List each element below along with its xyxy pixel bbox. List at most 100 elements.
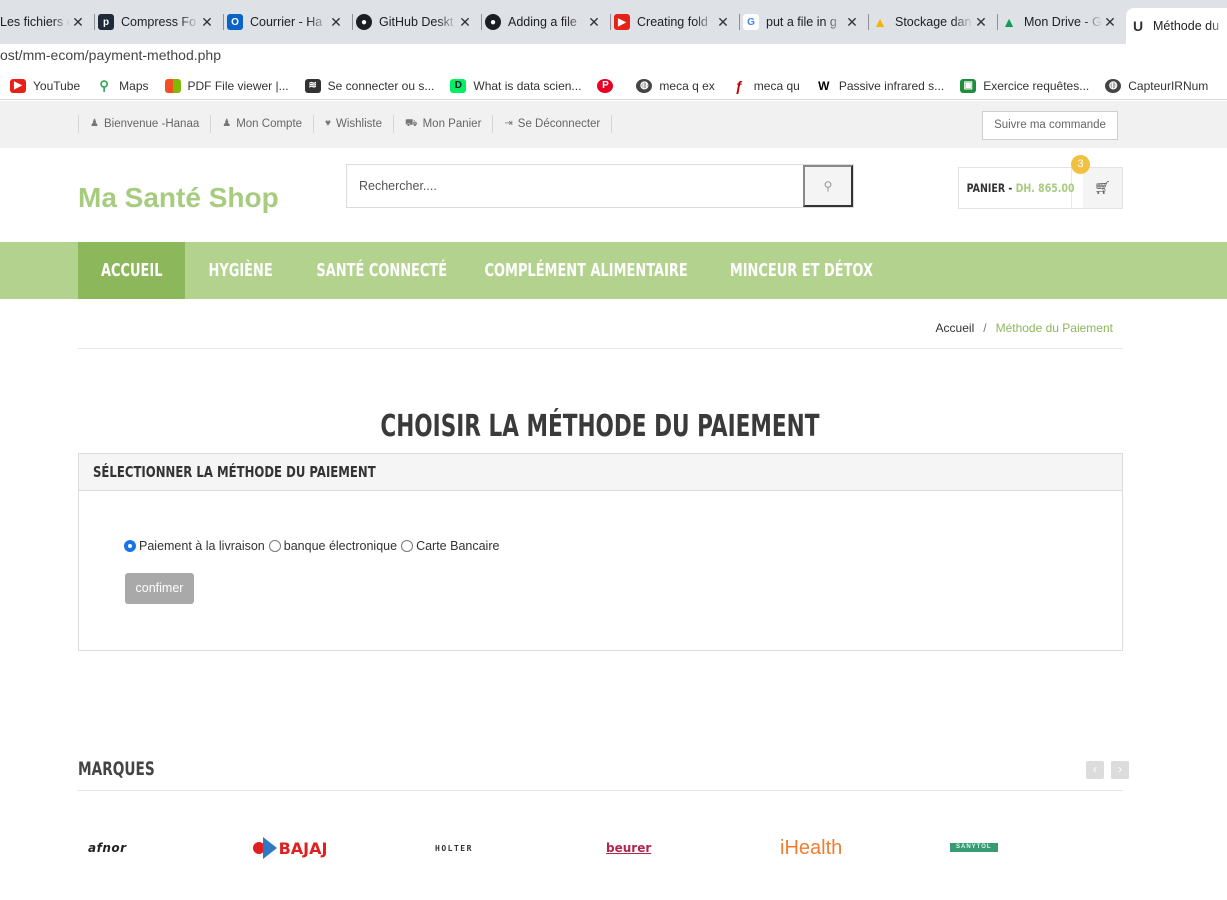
main-nav: ACCUEIL HYGIÈNE SANTÉ CONNECTÉ COMPLÉMEN… [0, 242, 1227, 299]
close-icon[interactable]: ✕ [844, 14, 860, 31]
browser-tab[interactable]: ▲ Mon Drive - G ✕ [997, 6, 1126, 38]
maps-pin-icon: ⚲ [99, 77, 109, 93]
globe-icon: ◍ [1105, 78, 1122, 93]
tab-title: Méthode du [1153, 19, 1220, 33]
browser-tab[interactable]: ▲ Stockage dan ✕ [868, 6, 997, 38]
github-icon: ● [356, 14, 372, 30]
wishlist-link[interactable]: ♥ Wishliste [313, 115, 393, 133]
top-link-label: Mon Panier [422, 118, 482, 130]
nav-item-sante-connecte[interactable]: SANTÉ CONNECTÉ [297, 242, 467, 299]
bookmark-exercice-requetes[interactable]: ▣ Exercice requêtes... [960, 78, 1090, 93]
github-icon: ● [485, 14, 501, 30]
welcome-link[interactable]: ♟ Bienvenue -Hanaa [78, 115, 210, 133]
confirm-button[interactable]: confimer [125, 573, 194, 604]
nav-item-hygiene[interactable]: HYGIÈNE [185, 242, 297, 299]
payment-option-cash-on-delivery[interactable]: Paiement à la livraison [124, 539, 265, 553]
top-link-label: Bienvenue -Hanaa [103, 118, 200, 130]
payment-option-e-banking[interactable]: banque électronique [268, 539, 398, 553]
payment-option-bank-card[interactable]: Carte Bancaire [401, 539, 499, 553]
bookmark-se-connecter[interactable]: ≋ Se connecter ou s... [304, 78, 434, 93]
cart-button[interactable]: 🛒︎ [1083, 168, 1122, 208]
brand-logo-bajaj[interactable]: BAJAJ [253, 836, 327, 860]
search-button[interactable]: ⚲ [803, 165, 853, 207]
brand-logo-afnor[interactable]: afnor [88, 836, 127, 860]
browser-tab-strip: Les fichiers d ✕ p Compress Fo ✕ O Courr… [0, 0, 1227, 44]
top-links: ♟ Bienvenue -Hanaa ♟ Mon Compte ♥ Wishliste… [78, 115, 613, 133]
cart-count-badge: 3 [1071, 155, 1090, 174]
close-icon[interactable]: ✕ [586, 14, 602, 31]
close-icon[interactable]: ✕ [199, 14, 215, 31]
brand-logo-ihealth[interactable]: iHealth [780, 836, 842, 860]
browser-tab[interactable]: p Compress Fo ✕ [94, 6, 223, 38]
classroom-icon: ▣ [960, 78, 977, 93]
browser-tab[interactable]: ▶ Creating fold ✕ [610, 6, 739, 38]
brand-logo-sanytol[interactable]: SANYTOL [950, 843, 998, 852]
brand-logo-holter[interactable]: HOLTER [435, 836, 473, 860]
header-cart[interactable]: PANIER - DH. 865.00 🛒︎ [958, 167, 1123, 209]
chevron-left-icon: ‹ [1093, 762, 1097, 776]
nav-item-complement-alimentaire[interactable]: COMPLÉMENT ALIMENTAIRE [467, 242, 705, 299]
tab-title: Creating fold [637, 15, 708, 29]
bookmark-capteur[interactable]: ◍ CapteurIRNum [1105, 78, 1208, 93]
search-icon: ⚲ [823, 179, 833, 193]
close-icon[interactable]: ✕ [457, 14, 473, 31]
bookmark-passive-infrared[interactable]: W Passive infrared s... [816, 79, 944, 93]
bookmark-meca-q-ex[interactable]: ◍ meca q ex [636, 78, 715, 93]
bookmark-meca-qu[interactable]: ƒ meca qu [731, 78, 800, 94]
tab-title: put a file in g [766, 15, 837, 29]
browser-tab[interactable]: G put a file in g ✕ [739, 6, 868, 38]
brand-logo-beurer[interactable]: beurer [606, 836, 651, 860]
bookmark-pinterest[interactable]: P [597, 78, 620, 93]
bookmark-youtube[interactable]: ▶ YouTube [10, 78, 80, 93]
close-icon[interactable]: ✕ [715, 14, 731, 31]
close-icon[interactable]: ✕ [1102, 14, 1118, 31]
bookmark-label: meca q ex [659, 78, 715, 93]
pdf-icon: p [98, 14, 114, 30]
nav-label: SANTÉ CONNECTÉ [316, 260, 448, 281]
browser-tab[interactable]: ● Adding a file ✕ [481, 6, 610, 38]
nav-label: COMPLÉMENT ALIMENTAIRE [484, 260, 688, 281]
account-link[interactable]: ♟ Mon Compte [210, 115, 313, 133]
breadcrumb: Accueil / Méthode du Paiement [936, 321, 1113, 335]
datacamp-icon: D [450, 78, 467, 93]
browser-tab[interactable]: O Courrier - Ha ✕ [223, 6, 352, 38]
drive-icon: ▲ [873, 14, 887, 30]
site-topbar: ♟ Bienvenue -Hanaa ♟ Mon Compte ♥ Wishliste… [0, 101, 1227, 148]
radio-button-checked[interactable] [124, 540, 136, 552]
tab-title: GitHub Deskt [379, 15, 454, 29]
carousel-next-button[interactable]: › [1111, 761, 1129, 779]
close-icon[interactable]: ✕ [328, 14, 344, 31]
close-icon[interactable]: ✕ [973, 14, 989, 31]
microsoft-icon [164, 78, 181, 93]
site-logo[interactable]: Ma Santé Shop [78, 182, 279, 214]
close-icon[interactable]: ✕ [70, 14, 86, 31]
tab-title: Courrier - Ha [250, 15, 323, 29]
search-input[interactable] [347, 165, 803, 207]
track-order-button[interactable]: Suivre ma commande [982, 111, 1118, 140]
browser-tab-active[interactable]: U Méthode du [1126, 8, 1227, 44]
globe-icon: ◍ [636, 78, 653, 93]
radio-button[interactable] [401, 540, 414, 552]
drive-icon: ▲ [1002, 14, 1016, 30]
divider [78, 790, 1123, 791]
logout-link[interactable]: ⇥ Se Déconnecter [492, 115, 613, 133]
bookmark-pdf-viewer[interactable]: PDF File viewer |... [164, 78, 289, 93]
bookmark-label: Exercice requêtes... [983, 78, 1090, 93]
wikipedia-icon: W [818, 78, 830, 93]
cart-summary[interactable]: PANIER - DH. 865.00 [967, 168, 1075, 208]
panel-heading: SÉLECTIONNER LA MÉTHODE DU PAIEMENT [79, 454, 1122, 491]
breadcrumb-home[interactable]: Accueil [936, 321, 975, 335]
my-cart-link[interactable]: ⛟ Mon Panier [393, 115, 492, 133]
bookmark-data-science[interactable]: D What is data scien... [450, 78, 581, 93]
payment-option-label: banque électronique [283, 539, 398, 553]
nav-item-minceur-detox[interactable]: MINCEUR ET DÉTOX [705, 242, 897, 299]
address-bar[interactable]: ost/mm-ecom/payment-method.php [0, 44, 1227, 68]
carousel-prev-button[interactable]: ‹ [1086, 761, 1104, 779]
payment-option-label: Paiement à la livraison [139, 539, 265, 553]
browser-tab[interactable]: ● GitHub Deskt ✕ [352, 6, 481, 38]
nav-item-accueil[interactable]: ACCUEIL [78, 242, 185, 299]
chevron-right-icon: › [1118, 762, 1122, 776]
browser-tab[interactable]: Les fichiers d ✕ [0, 6, 94, 38]
radio-button[interactable] [268, 540, 281, 552]
bookmark-maps[interactable]: ⚲ Maps [96, 77, 148, 93]
